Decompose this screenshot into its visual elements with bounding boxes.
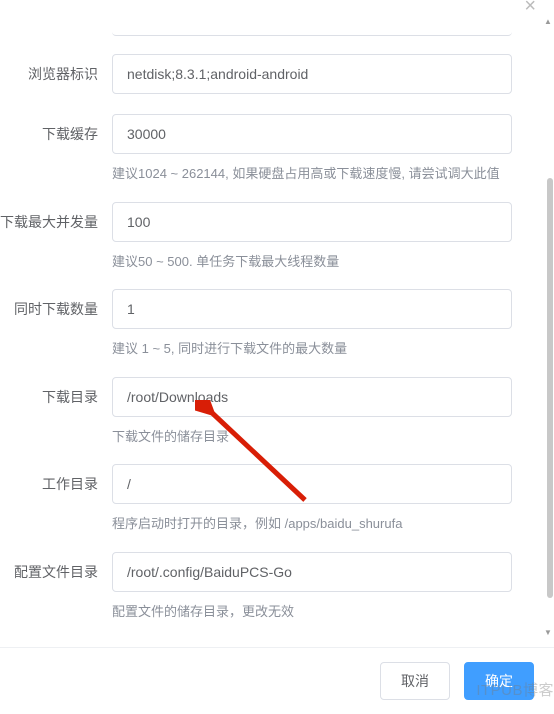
field-label: 配置文件目录 xyxy=(0,552,112,582)
form-row-concurrent: 同时下载数量 建议 1 ~ 5, 同时进行下载文件的最大数量 xyxy=(0,289,538,359)
form-row-config-dir: 配置文件目录 配置文件的储存目录，更改无效 xyxy=(0,552,538,622)
config-dir-input[interactable] xyxy=(112,552,512,592)
field-label: 工作目录 xyxy=(0,464,112,494)
scrollbar-track[interactable] xyxy=(546,18,550,637)
scrollbar-thumb[interactable] xyxy=(547,178,553,598)
confirm-button[interactable]: 确定 xyxy=(464,662,534,700)
scroll-down-icon[interactable]: ▼ xyxy=(544,629,552,637)
dialog-header: × xyxy=(0,0,554,8)
field-label: 浏览器标识 xyxy=(0,54,112,84)
form-row-work-dir: 工作目录 程序启动时打开的目录，例如 /apps/baidu_shurufa xyxy=(0,464,538,534)
browser-id-input[interactable] xyxy=(112,54,512,94)
field-hint: 建议1024 ~ 262144, 如果硬盘占用高或下载速度慢, 请尝试调大此值 xyxy=(112,164,512,184)
prev-input-bottom[interactable] xyxy=(112,18,512,36)
field-label xyxy=(0,18,112,28)
cancel-button[interactable]: 取消 xyxy=(380,662,450,700)
dialog-footer: 取消 确定 xyxy=(0,647,554,714)
cache-input[interactable] xyxy=(112,114,512,154)
field-label: 同时下载数量 xyxy=(0,289,112,319)
concurrent-input[interactable] xyxy=(112,289,512,329)
form-row-download-dir: 下载目录 下载文件的储存目录 xyxy=(0,377,538,447)
form-scroll-area: 浏览器标识 下载缓存 建议1024 ~ 262144, 如果硬盘占用高或下载速度… xyxy=(0,8,554,647)
field-hint: 建议 1 ~ 5, 同时进行下载文件的最大数量 xyxy=(112,339,512,359)
vertical-scrollbar[interactable]: ▲ ▼ xyxy=(544,18,552,637)
download-dir-input[interactable] xyxy=(112,377,512,417)
form-row-parallel: 下载最大并发量 建议50 ~ 500. 单任务下载最大线程数量 xyxy=(0,202,538,272)
field-hint: 程序启动时打开的目录，例如 /apps/baidu_shurufa xyxy=(112,514,512,534)
field-label: 下载目录 xyxy=(0,377,112,407)
settings-form: 浏览器标识 下载缓存 建议1024 ~ 262144, 如果硬盘占用高或下载速度… xyxy=(0,8,544,647)
form-row-browser-id: 浏览器标识 xyxy=(0,54,538,94)
parallel-input[interactable] xyxy=(112,202,512,242)
field-hint: 配置文件的储存目录，更改无效 xyxy=(112,602,512,622)
field-hint: 下载文件的储存目录 xyxy=(112,427,512,447)
work-dir-input[interactable] xyxy=(112,464,512,504)
field-label: 下载缓存 xyxy=(0,114,112,144)
form-row-cache: 下载缓存 建议1024 ~ 262144, 如果硬盘占用高或下载速度慢, 请尝试… xyxy=(0,114,538,184)
form-row-prev-partial xyxy=(0,18,538,36)
field-hint: 建议50 ~ 500. 单任务下载最大线程数量 xyxy=(112,252,512,272)
field-label: 下载最大并发量 xyxy=(0,202,112,232)
settings-dialog: × 浏览器标识 下载缓存 建议1024 ~ 262144, 如果硬盘占用高 xyxy=(0,0,554,714)
